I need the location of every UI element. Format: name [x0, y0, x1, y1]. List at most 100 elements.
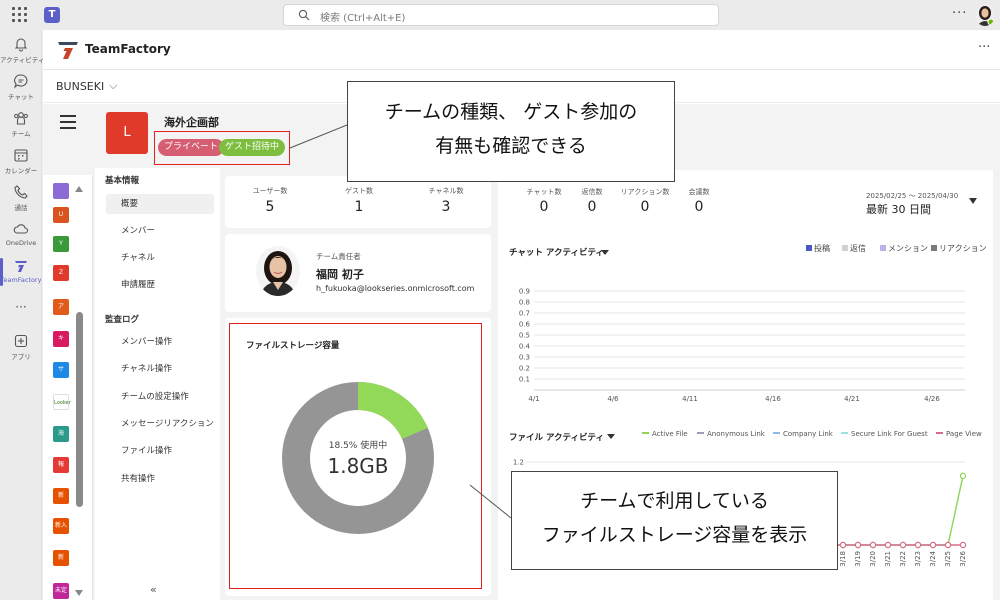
- team-list-item[interactable]: ア: [53, 299, 69, 315]
- scroll-up-icon[interactable]: [75, 186, 83, 192]
- team-list-item[interactable]: 新入: [53, 518, 69, 534]
- rail-chat[interactable]: チャット: [0, 73, 42, 101]
- nav-item-file-ops[interactable]: ファイル操作: [106, 441, 214, 461]
- nav-item-team-settings-ops[interactable]: チームの設定操作: [106, 387, 214, 407]
- app-title: TeamFactory: [85, 42, 171, 56]
- team-list-item[interactable]: 海: [53, 426, 69, 442]
- chat-activity-chart: 0.9 0.8 0.7 0.6 0.5 0.4 0.3 0.2 0.1 4/1 4/6 4/11 4/1…: [519, 288, 965, 403]
- nav-item-message-reactions[interactable]: メッセージリアクション: [106, 414, 214, 434]
- storage-title: ファイルストレージ容量: [246, 341, 340, 351]
- rail-teams[interactable]: チーム: [0, 110, 42, 138]
- rail-label: チーム: [11, 130, 31, 138]
- legend-swatch: [880, 245, 886, 251]
- activity-meetings-label: 会議数: [688, 188, 710, 196]
- collapse-nav-icon[interactable]: «: [150, 583, 157, 596]
- legend-label: リアクション: [939, 244, 987, 253]
- legend-swatch: [841, 432, 848, 434]
- team-list-item[interactable]: 新: [53, 550, 69, 566]
- rail-more[interactable]: ···: [0, 300, 42, 314]
- team-list-scrollbar[interactable]: [76, 312, 83, 507]
- callout-text: ファイルストレージ容量を表示: [541, 524, 808, 546]
- legend-swatch: [642, 432, 649, 434]
- period-dropdown-icon[interactable]: [969, 198, 977, 204]
- x-tick-label: 3/25: [944, 551, 952, 567]
- nav-item-overview[interactable]: 概要: [106, 194, 214, 214]
- chat-legend-item: リアクション: [931, 243, 987, 254]
- team-list-item[interactable]: キ: [53, 331, 69, 347]
- app-launcher-icon[interactable]: [12, 7, 28, 23]
- rail-label: カレンダー: [4, 167, 38, 175]
- owner-name: 福岡 初子: [316, 268, 364, 281]
- data-point: [959, 472, 967, 480]
- legend-swatch: [936, 432, 943, 434]
- x-tick-label: 4/11: [682, 395, 698, 403]
- rail-activity[interactable]: アクティビティ: [0, 36, 45, 64]
- team-list-item[interactable]: 未定: [53, 583, 69, 599]
- x-tick-label: 3/22: [899, 551, 907, 567]
- team-stats-card: ユーザー数 5 ゲスト数 1 チャネル数 3: [225, 176, 491, 228]
- search-box[interactable]: 検索 (Ctrl+Alt+E): [283, 4, 719, 26]
- file-activity-dropdown-icon[interactable]: [607, 434, 615, 439]
- storage-percent: 18.5% 使用中: [328, 441, 388, 451]
- app-more-icon[interactable]: ···: [978, 40, 990, 55]
- x-tick-label: 4/16: [765, 395, 781, 403]
- workspace-selector[interactable]: BUNSEKI: [56, 80, 104, 93]
- x-tick-label: 3/24: [929, 550, 937, 566]
- nav-item-sharing-ops[interactable]: 共有操作: [106, 469, 214, 489]
- legend-label: Active File: [652, 430, 688, 438]
- hamburger-menu-icon[interactable]: [60, 115, 76, 129]
- stat-channels-label: チャネル数: [428, 187, 464, 195]
- rail-calls[interactable]: 通話: [0, 184, 42, 212]
- nav-item-channels[interactable]: チャネル: [106, 248, 214, 268]
- rail-onedrive[interactable]: OneDrive: [0, 221, 42, 247]
- nav-section-audit: 監査ログ: [105, 315, 140, 325]
- chat-legend-item: 返信: [842, 243, 866, 254]
- chevron-down-icon[interactable]: ⌵: [109, 79, 117, 93]
- rail-apps[interactable]: アプリ: [0, 333, 42, 361]
- activity-reactions-value: 0: [640, 199, 650, 215]
- activity-replies-value: 0: [587, 199, 597, 215]
- nav-item-members[interactable]: メンバー: [106, 221, 214, 241]
- activity-meetings-value: 0: [694, 199, 704, 215]
- legend-swatch: [931, 245, 937, 251]
- stat-channels-value: 3: [441, 199, 451, 215]
- team-list-item[interactable]: Looker: [53, 394, 71, 410]
- nav-item-request-history[interactable]: 申請履歴: [106, 275, 214, 295]
- team-list-item[interactable]: [53, 183, 69, 199]
- search-icon: [298, 9, 310, 21]
- callout-storage: チームで利用している ファイルストレージ容量を表示: [511, 471, 838, 570]
- nav-item-channel-ops[interactable]: チャネル操作: [106, 359, 214, 379]
- scroll-down-icon[interactable]: [75, 590, 83, 596]
- detail-nav: 基本情報 概要 メンバー チャネル 申請履歴 監査ログ メンバー操作 チャネル操…: [95, 168, 220, 600]
- titlebar-more-icon[interactable]: ···: [952, 6, 967, 21]
- y-tick-label: 0.9: [519, 288, 530, 296]
- teams-icon: [14, 112, 28, 125]
- team-list-item[interactable]: サ: [53, 362, 69, 378]
- data-point: [959, 541, 967, 549]
- rail-teamfactory[interactable]: TeamFactory: [0, 258, 42, 284]
- legend-label: 返信: [850, 244, 866, 253]
- nav-section-basic: 基本情報: [105, 176, 140, 186]
- rail-calendar[interactable]: カレンダー: [0, 147, 42, 175]
- user-avatar[interactable]: [975, 4, 995, 26]
- file-legend-item: Page View: [936, 430, 982, 438]
- team-list-item[interactable]: U: [53, 207, 69, 223]
- file-legend-item: Company Link: [773, 430, 833, 438]
- owner-photo-icon: [256, 246, 300, 296]
- team-list-item[interactable]: 報: [53, 457, 69, 473]
- file-legend-item: Anonymous Link: [697, 430, 765, 438]
- nav-item-member-ops[interactable]: メンバー操作: [106, 332, 214, 352]
- x-tick-label: 3/18: [839, 551, 847, 567]
- activity-replies-label: 返信数: [581, 188, 603, 196]
- team-list-item[interactable]: Z: [53, 265, 69, 281]
- x-tick-label: 3/21: [884, 551, 892, 567]
- legend-label: Anonymous Link: [707, 430, 765, 438]
- legend-label: Page View: [946, 430, 982, 438]
- rail-label: アクティビティ: [0, 56, 45, 64]
- team-list-item[interactable]: 新: [53, 488, 69, 504]
- y-tick-label: 0.8: [519, 299, 530, 307]
- team-list-item[interactable]: Y: [53, 236, 69, 252]
- chat-activity-title: チャット アクティビティ: [509, 248, 604, 258]
- period-selector[interactable]: 最新 30 日間: [866, 201, 931, 217]
- chat-activity-dropdown-icon[interactable]: [601, 250, 609, 255]
